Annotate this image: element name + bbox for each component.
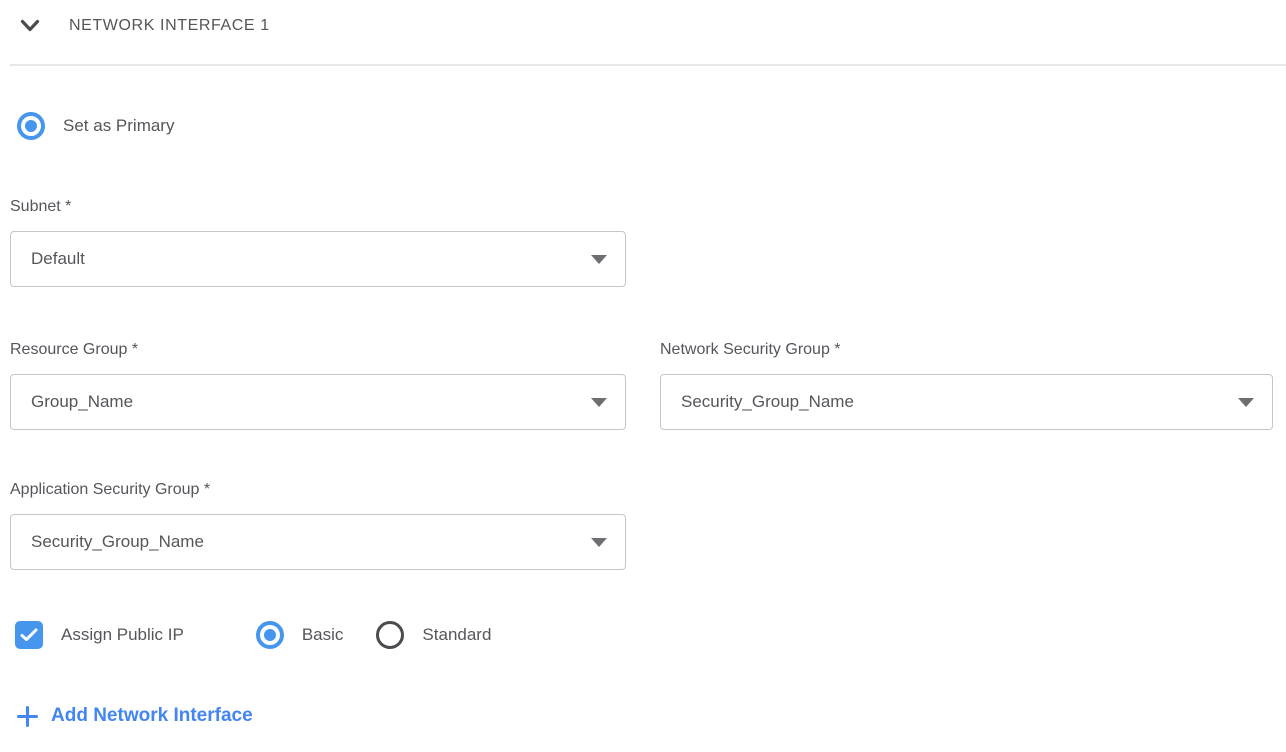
add-network-interface-label: Add Network Interface: [51, 705, 253, 727]
application-security-group-field: Application Security Group * Security_Gr…: [10, 481, 1286, 570]
caret-down-icon[interactable]: [1238, 398, 1254, 407]
add-network-interface-link[interactable]: Add Network Interface: [17, 705, 1286, 727]
set-as-primary-label[interactable]: Set as Primary: [63, 116, 174, 136]
assign-public-ip-label[interactable]: Assign Public IP: [61, 625, 184, 645]
set-as-primary-row: Set as Primary: [17, 112, 1286, 140]
section-header[interactable]: NETWORK INTERFACE 1: [0, 0, 1286, 40]
caret-down-icon[interactable]: [591, 538, 607, 547]
basic-radio[interactable]: [256, 621, 284, 649]
network-interface-section: NETWORK INTERFACE 1 Set as Primary Subne…: [0, 0, 1286, 727]
application-security-group-select[interactable]: Security_Group_Name: [10, 514, 626, 570]
public-ip-options-row: Assign Public IP Basic Standard: [15, 620, 1286, 650]
resource-group-select[interactable]: Group_Name: [10, 374, 626, 430]
section-title: NETWORK INTERFACE 1: [69, 17, 270, 35]
chevron-down-icon[interactable]: [20, 19, 40, 33]
subnet-select[interactable]: Default: [10, 231, 626, 287]
assign-public-ip-checkbox[interactable]: [15, 621, 43, 649]
standard-radio[interactable]: [376, 621, 404, 649]
caret-down-icon[interactable]: [591, 255, 607, 264]
network-security-group-field: Network Security Group * Security_Group_…: [660, 341, 1273, 430]
resource-group-field: Resource Group * Group_Name: [10, 341, 626, 430]
section-divider: [10, 64, 1286, 66]
resource-group-value: Group_Name: [31, 392, 133, 412]
caret-down-icon[interactable]: [591, 398, 607, 407]
network-security-group-select[interactable]: Security_Group_Name: [660, 374, 1273, 430]
set-as-primary-radio[interactable]: [17, 112, 45, 140]
group-fields-row: Resource Group * Group_Name Network Secu…: [0, 341, 1286, 430]
checkmark-icon: [20, 628, 38, 642]
plus-icon: [17, 706, 38, 727]
basic-radio-label[interactable]: Basic: [302, 625, 344, 645]
standard-radio-label[interactable]: Standard: [422, 625, 491, 645]
resource-group-label: Resource Group *: [10, 341, 626, 359]
subnet-field: Subnet * Default: [10, 198, 1286, 287]
application-security-group-value: Security_Group_Name: [31, 532, 204, 552]
application-security-group-label: Application Security Group *: [10, 481, 1286, 499]
network-security-group-label: Network Security Group *: [660, 341, 1273, 359]
network-security-group-value: Security_Group_Name: [681, 392, 854, 412]
subnet-value: Default: [31, 249, 85, 269]
subnet-label: Subnet *: [10, 198, 1286, 216]
